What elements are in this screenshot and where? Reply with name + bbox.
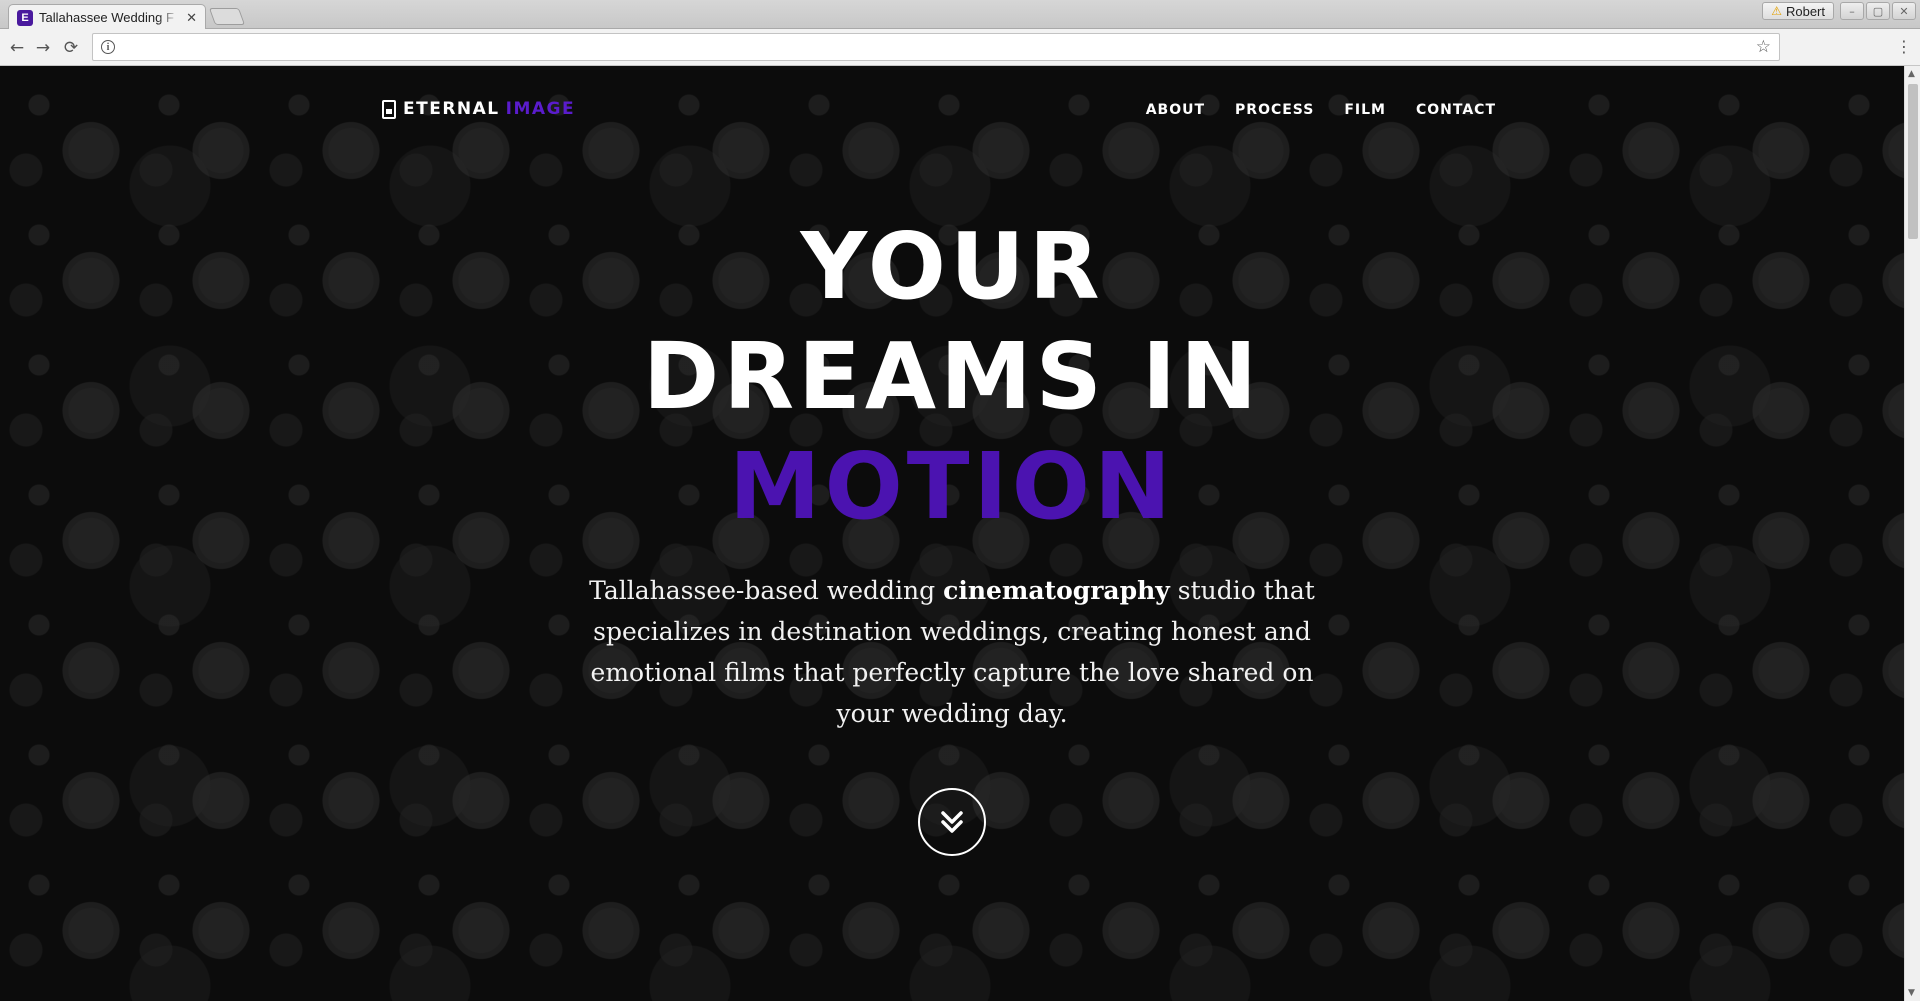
scroll-down-arrow-icon[interactable]: ▼: [1908, 988, 1915, 998]
nav-film[interactable]: FILM: [1344, 102, 1386, 118]
logo-icon: [382, 99, 396, 119]
nav-process[interactable]: PROCESS: [1235, 102, 1314, 118]
site-header: ETERNAL IMAGE ABOUT PROCESS FILM CONTACT: [0, 66, 1904, 156]
forward-icon[interactable]: →: [32, 37, 54, 59]
close-window-button[interactable]: ✕: [1892, 2, 1916, 20]
hero-title-line-3: MOTION: [729, 433, 1175, 540]
profile-name: Robert: [1785, 3, 1825, 19]
profile-button[interactable]: ⚠ Robert: [1762, 2, 1834, 20]
hero-description: Tallahassee-based wedding cinematography…: [572, 570, 1332, 734]
scrollbar-thumb[interactable]: [1908, 84, 1918, 239]
browser-menu-icon[interactable]: ⋮: [1896, 37, 1912, 56]
browser-tab-bar: E Tallahassee Wedding F ✕ ⚠ Robert – ▢ ✕: [0, 0, 1920, 30]
scroll-down-button[interactable]: [918, 788, 986, 856]
scroll-up-arrow-icon[interactable]: ▲: [1908, 69, 1915, 79]
page-viewport: ETERNAL IMAGE ABOUT PROCESS FILM CONTACT…: [0, 66, 1904, 1001]
reload-icon[interactable]: ⟳: [60, 37, 82, 59]
nav-about[interactable]: ABOUT: [1146, 102, 1205, 118]
warning-icon: ⚠: [1771, 4, 1782, 18]
page-scrollbar[interactable]: ▲ ▼: [1904, 66, 1920, 1001]
main-nav: ABOUT PROCESS FILM CONTACT: [1146, 102, 1496, 118]
browser-tab[interactable]: E Tallahassee Wedding F ✕: [8, 4, 206, 30]
address-bar[interactable]: i ☆: [92, 33, 1780, 61]
new-tab-button[interactable]: [208, 8, 246, 25]
nav-contact[interactable]: CONTACT: [1416, 102, 1496, 118]
site-logo[interactable]: ETERNAL IMAGE: [382, 99, 575, 119]
hero-title-line-1: YOUR: [800, 213, 1104, 320]
description-text-start: Tallahassee-based wedding: [589, 576, 944, 605]
bookmark-star-icon[interactable]: ☆: [1756, 37, 1771, 57]
logo-text-primary: ETERNAL: [403, 99, 500, 119]
logo-text-accent: IMAGE: [505, 99, 576, 119]
description-highlight: cinematography: [943, 576, 1170, 605]
double-chevron-down-icon: [941, 811, 963, 833]
minimize-button[interactable]: –: [1840, 2, 1864, 20]
favicon-icon: E: [17, 9, 33, 26]
window-controls: – ▢ ✕: [1840, 2, 1916, 20]
back-icon[interactable]: ←: [6, 37, 28, 59]
tab-close-icon[interactable]: ✕: [186, 10, 197, 26]
hero-title-line-2: DREAMS IN: [642, 323, 1262, 430]
maximize-button[interactable]: ▢: [1866, 2, 1890, 20]
browser-toolbar: ← → ⟳ i ☆ ⋮: [0, 29, 1920, 66]
tab-title: Tallahassee Wedding F: [39, 10, 174, 25]
info-icon[interactable]: i: [101, 40, 115, 54]
